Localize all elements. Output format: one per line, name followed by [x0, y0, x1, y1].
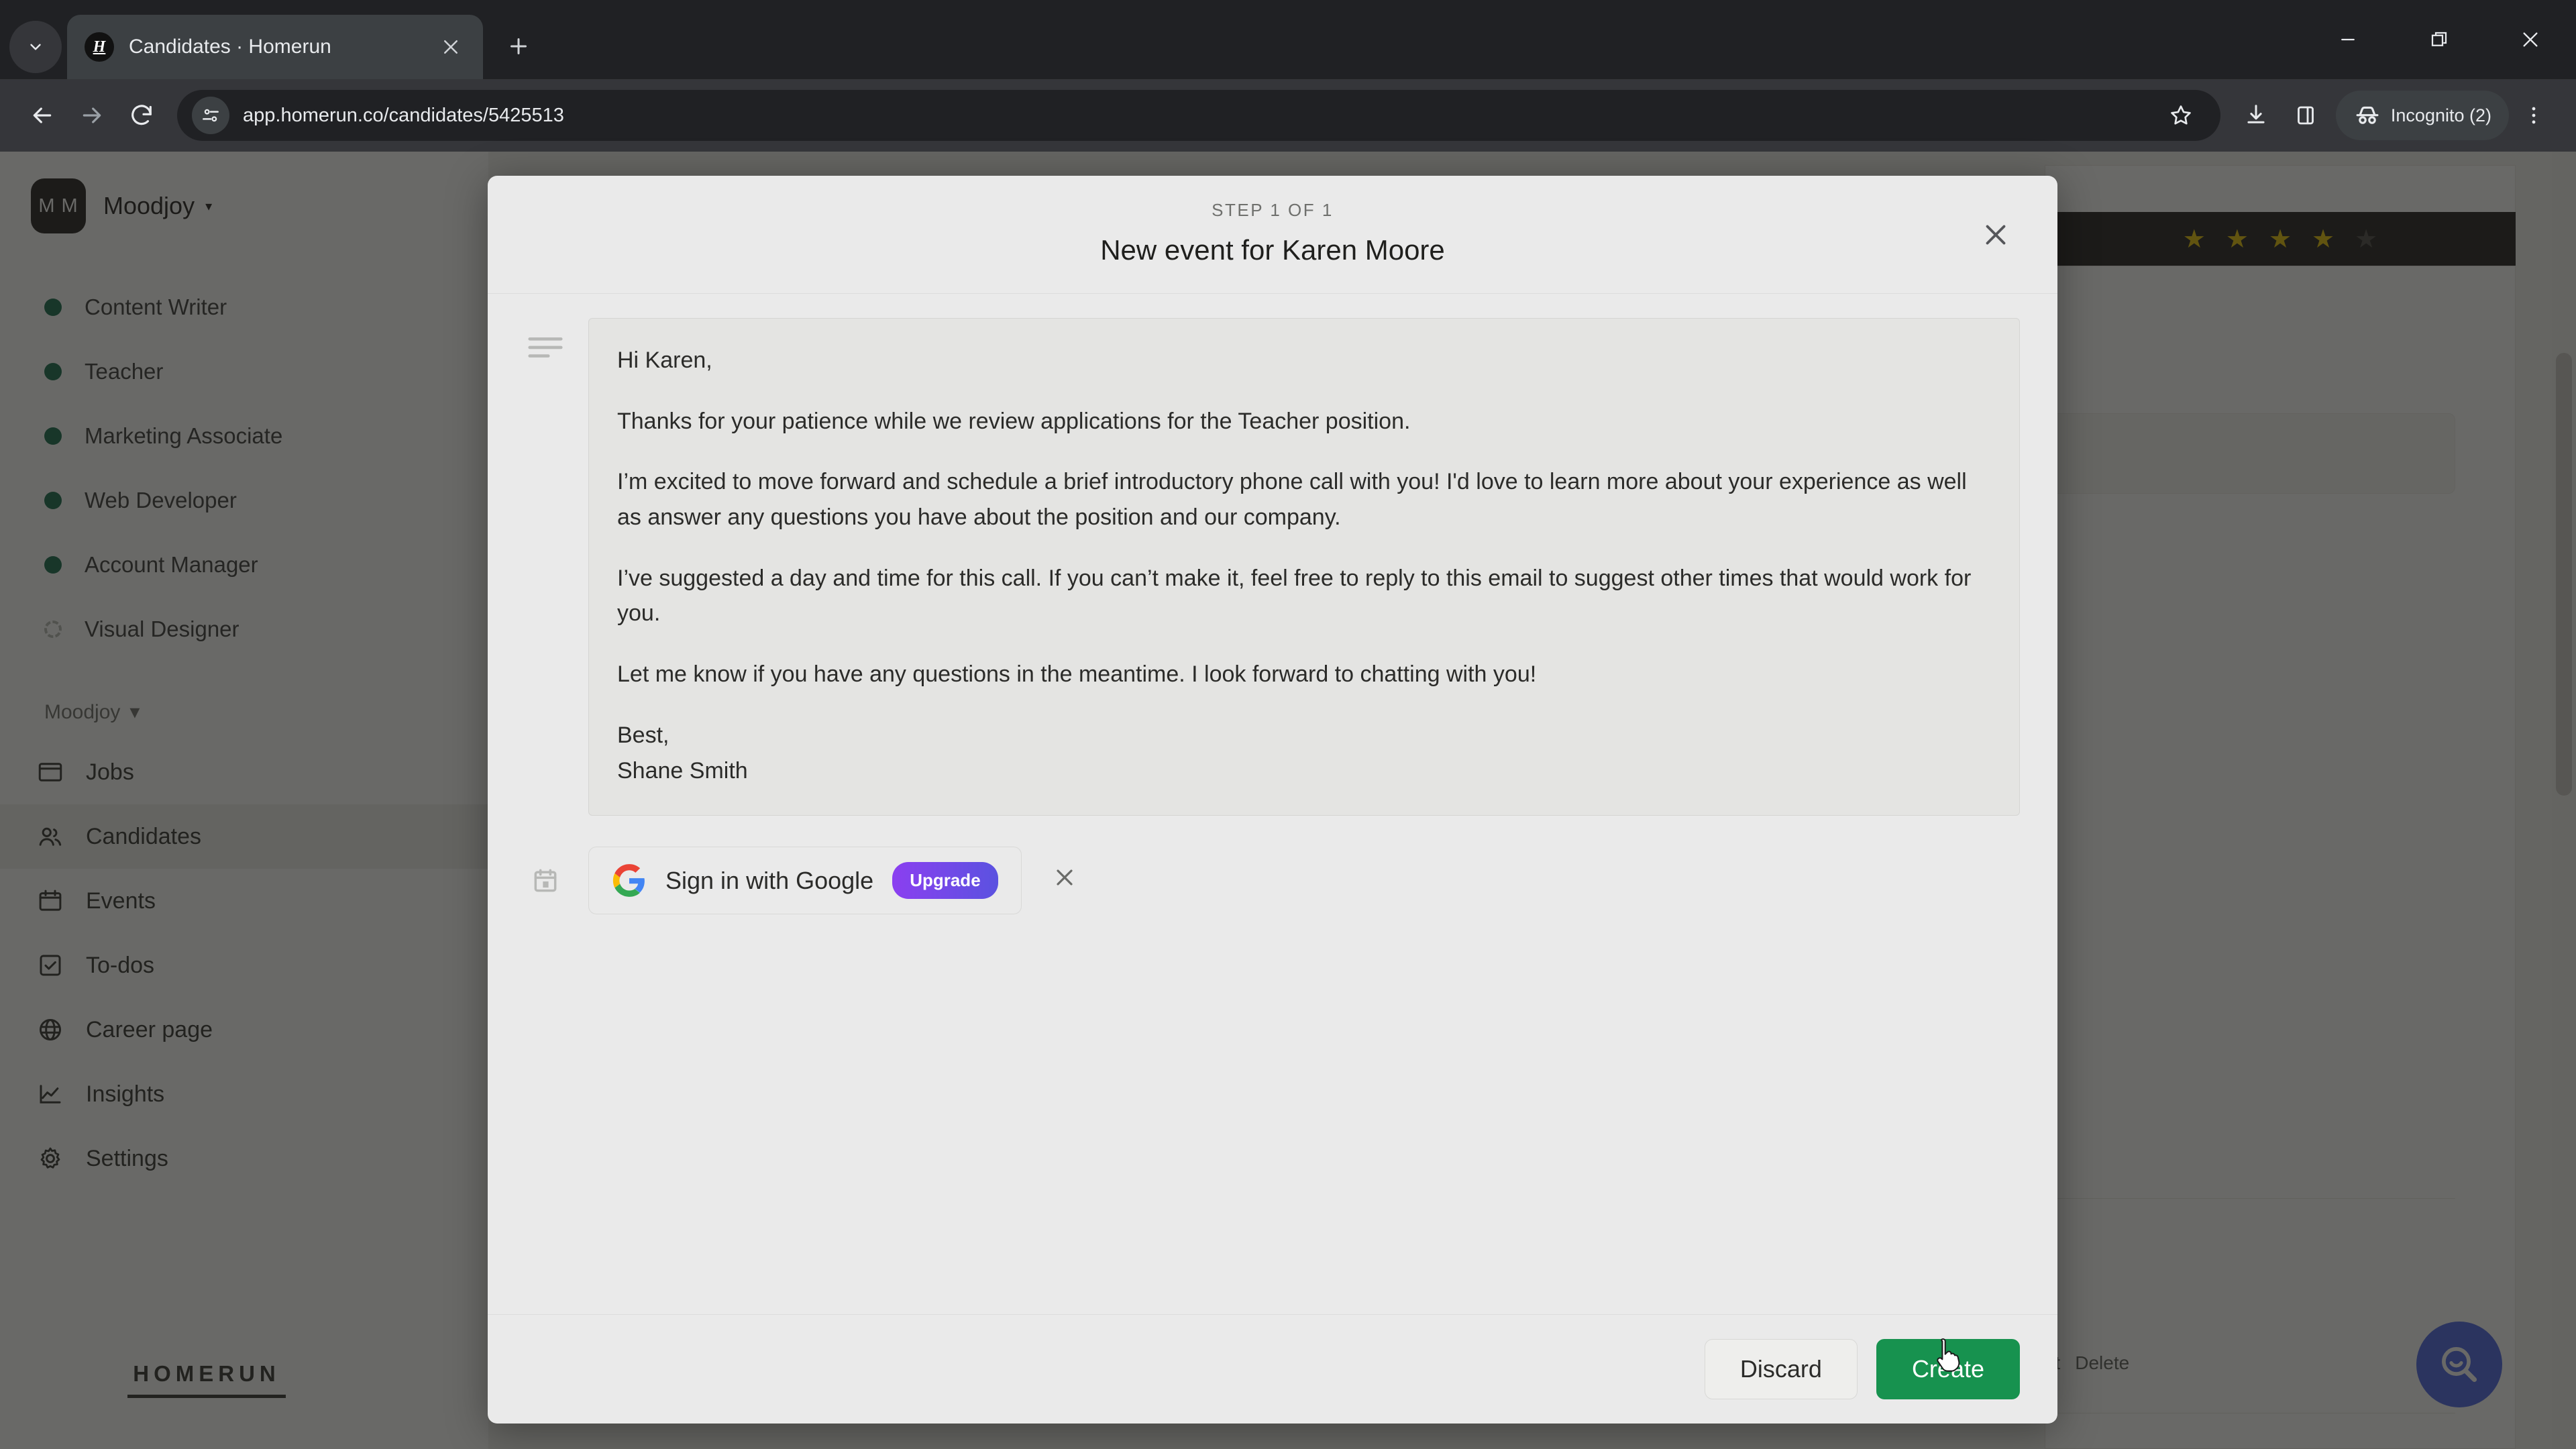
- modal-header: STEP 1 OF 1 New event for Karen Moore: [488, 176, 2057, 294]
- page-info-icon: [203, 109, 219, 122]
- chevron-down-icon: [30, 44, 41, 50]
- text-lines-icon: [525, 318, 566, 361]
- close-icon: [444, 40, 458, 54]
- homerun-favicon: H: [85, 32, 114, 62]
- reload-button[interactable]: [117, 91, 166, 140]
- tab-strip: H Candidates · Homerun: [0, 0, 2576, 79]
- email-signature-line-1: Best,: [617, 722, 669, 748]
- minimize-icon: [2341, 38, 2355, 41]
- star-icon: [2171, 105, 2191, 125]
- side-panel-icon: [2297, 106, 2314, 125]
- kebab-menu-icon: [2532, 107, 2536, 124]
- browser-toolbar: app.homerun.co/candidates/5425513 Incogn…: [0, 79, 2576, 152]
- browser-tab[interactable]: H Candidates · Homerun: [67, 15, 483, 79]
- downloads-button[interactable]: [2231, 91, 2281, 140]
- close-icon: [2523, 32, 2538, 47]
- chrome-menu-button[interactable]: [2509, 91, 2559, 140]
- modal-footer: Discard Create: [488, 1314, 2057, 1424]
- email-paragraph: Thanks for your patience while we review…: [617, 408, 1411, 434]
- window-maximize-button[interactable]: [2394, 0, 2485, 79]
- modal-step-label: STEP 1 OF 1: [1212, 200, 1334, 220]
- modal-body: Hi Karen, Thanks for your patience while…: [488, 294, 2057, 1314]
- mouse-cursor: [1937, 1338, 1960, 1372]
- email-paragraph: Let me know if you have any questions in…: [617, 661, 1537, 688]
- email-paragraph: Hi Karen,: [617, 347, 712, 373]
- close-icon: [1986, 225, 2006, 245]
- incognito-icon: [2356, 106, 2379, 124]
- upgrade-badge[interactable]: Upgrade: [892, 862, 998, 900]
- window-minimize-button[interactable]: [2302, 0, 2394, 79]
- new-tab-button[interactable]: [495, 23, 542, 70]
- window-close-button[interactable]: [2485, 0, 2576, 79]
- modal-title: New event for Karen Moore: [1100, 234, 1445, 266]
- bookmark-button[interactable]: [2156, 91, 2206, 140]
- tab-title: Candidates · Homerun: [129, 36, 331, 58]
- close-icon: [1057, 869, 1073, 885]
- side-panel-button[interactable]: [2281, 91, 2330, 140]
- email-body-textarea[interactable]: Hi Karen, Thanks for your patience while…: [588, 318, 2020, 816]
- new-event-modal: STEP 1 OF 1 New event for Karen Moore Hi…: [488, 176, 2057, 1424]
- tab-search-button[interactable]: [9, 21, 62, 73]
- reload-icon: [131, 105, 152, 125]
- discard-button[interactable]: Discard: [1704, 1339, 1858, 1399]
- modal-close-button[interactable]: [1972, 211, 2020, 259]
- browser-window: H Candidates · Homerun app.homerun.co/ca…: [0, 0, 2576, 1449]
- forward-button[interactable]: [67, 91, 117, 140]
- email-body-row: Hi Karen, Thanks for your patience while…: [525, 318, 2020, 816]
- email-paragraph: I’ve suggested a day and time for this c…: [617, 565, 1972, 627]
- google-g-icon: [612, 863, 645, 897]
- plus-icon: [511, 38, 527, 54]
- back-arrow-icon: [33, 107, 52, 123]
- back-button[interactable]: [17, 91, 67, 140]
- forward-arrow-icon: [83, 107, 101, 123]
- tab-close-button[interactable]: [433, 30, 468, 64]
- remove-integration-button[interactable]: [1051, 864, 1078, 898]
- profile-label: Incognito (2): [2390, 105, 2491, 125]
- url-text: app.homerun.co/candidates/5425513: [243, 104, 564, 126]
- site-settings-button[interactable]: [192, 97, 229, 134]
- maximize-icon: [2431, 32, 2447, 46]
- address-bar[interactable]: app.homerun.co/candidates/5425513: [177, 90, 2220, 141]
- profile-incognito-button[interactable]: Incognito (2): [2335, 91, 2509, 140]
- calendar-integration-row: Sign in with Google Upgrade: [525, 847, 2020, 915]
- window-controls: [2302, 0, 2576, 79]
- download-icon: [2247, 105, 2265, 123]
- calendar-icon: [525, 866, 566, 896]
- email-paragraph: I’m excited to move forward and schedule…: [617, 469, 1967, 531]
- email-signature-line-2: Shane Smith: [617, 757, 748, 784]
- sign-in-with-google-button[interactable]: Sign in with Google Upgrade: [588, 847, 1022, 915]
- google-signin-label: Sign in with Google: [665, 866, 874, 894]
